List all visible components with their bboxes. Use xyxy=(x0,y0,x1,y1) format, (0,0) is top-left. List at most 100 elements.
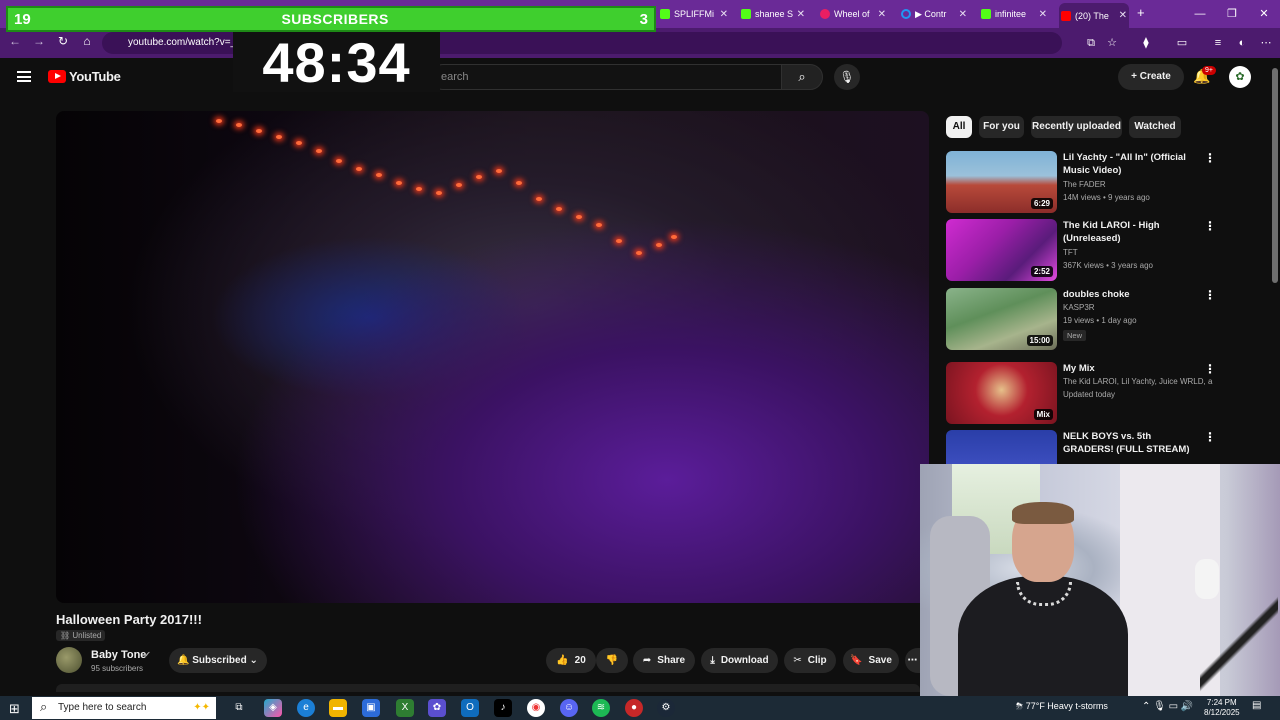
home-icon[interactable]: ⌂ xyxy=(78,34,96,48)
chrome-icon[interactable]: ◉ xyxy=(527,699,545,717)
spotify-icon[interactable]: ≋ xyxy=(592,699,610,717)
copilot-icon[interactable]: ◈ xyxy=(264,699,282,717)
recommendation-title[interactable]: NELK BOYS vs. 5th GRADERS! (FULL STREAM) xyxy=(1063,430,1198,456)
video-thumbnail[interactable] xyxy=(946,430,1057,464)
video-thumbnail[interactable]: Mix xyxy=(946,362,1057,424)
browser-tab[interactable]: SPLIFFMi ✕ xyxy=(660,4,730,24)
save-button[interactable]: 🔖 Save xyxy=(843,648,899,673)
browser-tab[interactable]: infinitee ✕ xyxy=(981,4,1049,24)
chip-for-you[interactable]: For you xyxy=(979,116,1024,138)
recommendation-title[interactable]: My Mix xyxy=(1063,362,1198,375)
recommendation-item[interactable]: 15:00 doubles choke KASP3R 19 views • 1 … xyxy=(946,288,1216,350)
recommendation-channel[interactable]: The FADER xyxy=(1063,180,1213,189)
kebab-menu-icon[interactable]: ⋮ xyxy=(1204,151,1216,165)
close-tab-icon[interactable]: ✕ xyxy=(720,9,728,20)
chip-watched[interactable]: Watched xyxy=(1129,116,1181,138)
dislike-button[interactable]: 👎 xyxy=(596,648,628,673)
voice-search-button[interactable]: 🎙 xyxy=(834,64,860,90)
menu-icon[interactable] xyxy=(17,71,31,82)
close-tab-icon[interactable]: ✕ xyxy=(878,9,886,20)
close-tab-icon[interactable]: ✕ xyxy=(959,9,967,20)
browser-tab[interactable]: ▶ Contr ✕ xyxy=(901,4,969,24)
recommendation-item[interactable]: 6:29 Lil Yachty - "All In" (Official Mus… xyxy=(946,151,1216,213)
forward-icon[interactable]: → xyxy=(30,34,48,48)
favorite-star-icon[interactable]: ☆ xyxy=(1104,35,1120,51)
tiktok-icon[interactable]: ♪ xyxy=(494,699,512,717)
recommendation-item[interactable]: NELK BOYS vs. 5th GRADERS! (FULL STREAM)… xyxy=(946,430,1216,464)
recommendation-channel[interactable]: TFT xyxy=(1063,248,1213,257)
volume-icon[interactable]: 🔊 xyxy=(1181,701,1193,712)
like-button[interactable]: 👍 20 xyxy=(546,648,596,673)
steam-icon[interactable]: ⚙ xyxy=(657,699,675,717)
maximize-icon[interactable]: ❐ xyxy=(1216,0,1248,28)
chip-recently-uploaded[interactable]: Recently uploaded xyxy=(1031,116,1122,138)
minimize-icon[interactable]: — xyxy=(1184,0,1216,28)
channel-name[interactable]: Baby Tone xyxy=(91,649,146,661)
extensions-icon[interactable]: ⧫ xyxy=(1138,35,1154,51)
microphone-tray-icon[interactable]: 🎙 xyxy=(1153,701,1166,712)
photos-icon[interactable]: ✿ xyxy=(428,699,446,717)
video-thumbnail[interactable]: 2:52 xyxy=(946,219,1057,281)
page-scrollbar-thumb[interactable] xyxy=(1272,68,1278,283)
search-input[interactable]: earch xyxy=(430,64,781,90)
video-thumbnail[interactable]: 6:29 xyxy=(946,151,1057,213)
browser-tab-active[interactable]: (20) The ✕ xyxy=(1059,3,1129,28)
search-button[interactable]: ⌕ xyxy=(781,64,823,90)
recommendation-title[interactable]: Lil Yachty - "All In" (Official Music Vi… xyxy=(1063,151,1198,177)
notification-center-icon[interactable]: ▤ xyxy=(1252,700,1266,714)
recommendation-item[interactable]: 2:52 The Kid LAROI - High (Unreleased) T… xyxy=(946,219,1216,281)
back-icon[interactable]: ← xyxy=(6,34,24,48)
taskbar-clock[interactable]: 7:24 PM 8/12/2025 xyxy=(1204,698,1240,718)
chevron-up-icon[interactable]: ⌃ xyxy=(1142,701,1150,712)
close-tab-icon[interactable]: ✕ xyxy=(1039,9,1047,20)
discord-icon[interactable]: ☺ xyxy=(560,699,578,717)
recommendation-title[interactable]: The Kid LAROI - High (Unreleased) xyxy=(1063,219,1198,245)
browser-tab[interactable]: Wheel of ✕ xyxy=(820,4,888,24)
recommendation-channel[interactable]: The Kid LAROI, Lil Yachty, Juice WRLD, a… xyxy=(1063,377,1213,386)
profile-icon[interactable]: ◐ xyxy=(1234,35,1250,51)
network-icon[interactable]: ▭ xyxy=(1169,701,1178,712)
new-tab-icon[interactable]: + xyxy=(1137,5,1145,20)
clip-button[interactable]: ✂ Clip xyxy=(784,648,836,673)
tab-label: shanee S xyxy=(755,9,794,19)
split-screen-icon[interactable]: ▭ xyxy=(1174,35,1190,51)
close-tab-icon[interactable]: ✕ xyxy=(797,9,805,20)
task-view-icon[interactable]: ⧉ xyxy=(230,699,248,717)
video-player[interactable] xyxy=(56,111,929,603)
download-button[interactable]: ⤓ Download xyxy=(701,648,778,673)
share-button[interactable]: ➦ Share xyxy=(633,648,695,673)
outlook-icon[interactable]: O xyxy=(461,699,479,717)
weather-widget[interactable]: ⛈ 77°F Heavy t-storms xyxy=(1016,701,1108,712)
system-tray[interactable]: ⌃ 🎙 ▭ 🔊 xyxy=(1142,701,1193,712)
close-window-icon[interactable]: ✕ xyxy=(1248,0,1280,28)
account-avatar[interactable]: ✿ xyxy=(1229,66,1251,88)
video-thumbnail[interactable]: 15:00 xyxy=(946,288,1057,350)
install-app-icon[interactable]: ⧉ xyxy=(1083,35,1099,51)
collections-icon[interactable]: ≡ xyxy=(1210,35,1226,51)
kebab-menu-icon[interactable]: ⋮ xyxy=(1204,288,1216,302)
browser-tab[interactable]: shanee S ✕ xyxy=(741,4,807,24)
windows-start-icon[interactable]: ⊞ xyxy=(9,701,20,717)
kebab-menu-icon[interactable]: ⋮ xyxy=(1204,362,1216,376)
subscribed-button[interactable]: 🔔 Subscribed ⌄ xyxy=(169,648,267,673)
chip-all[interactable]: All xyxy=(946,116,972,138)
close-tab-icon[interactable]: ✕ xyxy=(1119,10,1127,21)
recommendation-item[interactable]: Mix My Mix The Kid LAROI, Lil Yachty, Ju… xyxy=(946,362,1216,424)
edge-icon[interactable]: e xyxy=(297,699,315,717)
kebab-menu-icon[interactable]: ⋮ xyxy=(1204,219,1216,233)
recommendation-channel[interactable]: KASP3R xyxy=(1063,303,1213,312)
xbox-icon[interactable]: X xyxy=(396,699,414,717)
recommendation-title[interactable]: doubles choke xyxy=(1063,288,1198,301)
reload-icon[interactable]: ↻ xyxy=(54,34,72,48)
youtube-logo[interactable]: YouTube xyxy=(48,69,121,84)
more-icon[interactable]: ⋯ xyxy=(1258,35,1274,51)
kebab-menu-icon[interactable]: ⋮ xyxy=(1204,430,1216,444)
create-button[interactable]: + Create xyxy=(1118,64,1184,90)
taskbar-search-input[interactable]: Type here to search ✦✦ xyxy=(32,696,216,719)
channel-avatar[interactable] xyxy=(56,647,82,673)
store-icon[interactable]: ▣ xyxy=(362,699,380,717)
more-actions-button[interactable]: ⋯ xyxy=(905,648,920,673)
description-box[interactable] xyxy=(56,684,920,692)
file-explorer-icon[interactable]: ▬ xyxy=(329,699,347,717)
obs-icon[interactable]: ● xyxy=(625,699,643,717)
